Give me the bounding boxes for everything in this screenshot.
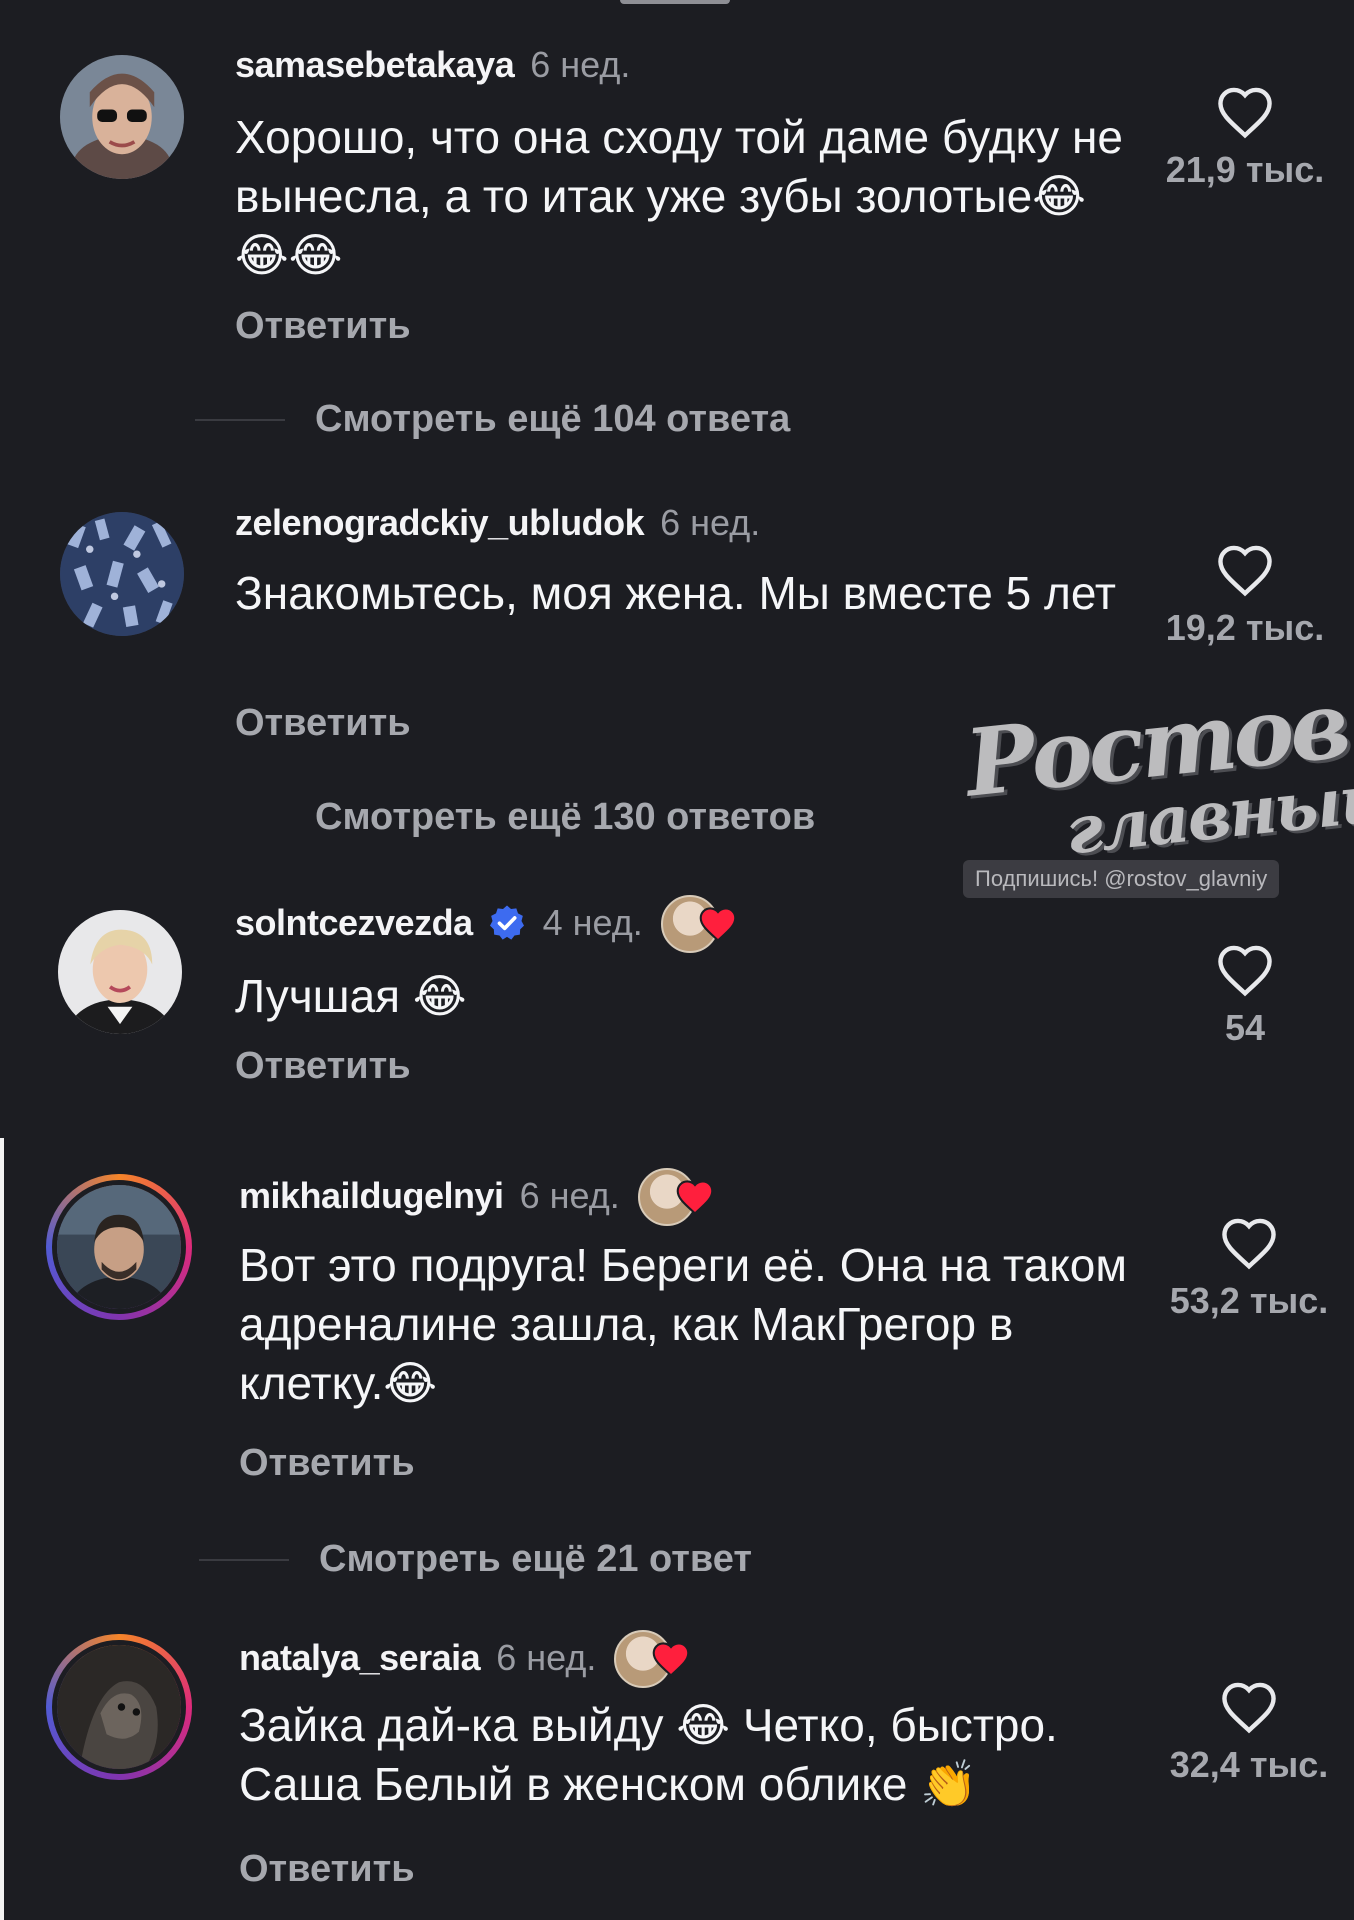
heart-outline-icon[interactable] [1219, 1680, 1279, 1734]
comment-header: natalya_seraia 6 нед. [239, 1630, 694, 1688]
red-heart-icon [699, 907, 737, 942]
avatar-image [57, 1185, 181, 1309]
comment-time: 6 нед. [496, 1637, 597, 1678]
avatar-image [58, 910, 182, 1034]
view-more-replies[interactable]: Смотреть ещё 130 ответов [195, 796, 815, 839]
divider [195, 817, 285, 819]
heart-outline-icon[interactable] [1215, 85, 1275, 139]
verified-badge-icon [489, 905, 524, 940]
username[interactable]: zelenogradckiy_ubludok [235, 502, 645, 544]
comment-header: samasebetakaya 6 нед. [235, 44, 630, 86]
avatar-story-ring[interactable] [46, 1174, 192, 1320]
heart-outline-icon[interactable] [1219, 1216, 1279, 1270]
watermark: Ростов главный Подпишись! @rostov_glavni… [955, 670, 1354, 900]
like-count: 19,2 тыс. [1165, 607, 1325, 648]
author-liked-badge [637, 1168, 718, 1226]
reply-button[interactable]: Ответить [235, 702, 411, 745]
comment-text: Хорошо, что она сходу той даме будку не … [235, 111, 1123, 281]
reply-button[interactable]: Ответить [235, 1045, 411, 1088]
like-column: 53,2 тыс. [1144, 1216, 1354, 1322]
reply-button[interactable]: Ответить [235, 305, 411, 348]
comment-text: Зайка дай-ка выйду 😂 Четко, быстро. Саша… [239, 1699, 1058, 1810]
like-column: 54 [1140, 943, 1350, 1049]
like-count: 53,2 тыс. [1169, 1280, 1329, 1321]
avatar[interactable] [60, 512, 184, 636]
view-more-replies-label: Смотреть ещё 21 ответ [319, 1538, 752, 1580]
comment-time: 4 нед. [542, 902, 643, 943]
comment-header: mikhaildugelnyi 6 нед. [239, 1168, 718, 1226]
username[interactable]: samasebetakaya [235, 44, 515, 86]
reply-button[interactable]: Ответить [239, 1848, 415, 1891]
view-more-replies[interactable]: Смотреть ещё 21 ответ [199, 1538, 752, 1581]
like-count: 21,9 тыс. [1165, 149, 1325, 190]
username[interactable]: natalya_seraia [239, 1637, 481, 1679]
avatar-image [60, 512, 184, 636]
avatar[interactable] [58, 910, 182, 1034]
comment-time: 6 нед. [660, 502, 761, 543]
username[interactable]: solntcezvezda [235, 902, 473, 944]
like-column: 21,9 тыс. [1140, 85, 1350, 191]
watermark-subtitle: Подпишись! @rostov_glavniy [963, 860, 1280, 898]
divider [195, 418, 285, 421]
reply-button[interactable]: Ответить [239, 1442, 415, 1485]
comments-panel-top: samasebetakaya 6 нед. Хорошо, что она сх… [0, 0, 1354, 1138]
comment-text: Знакомьтесь, моя жена. Мы вместе 5 лет [235, 567, 1116, 619]
divider [199, 1558, 289, 1561]
comment-header: zelenogradckiy_ubludok 6 нед. [235, 502, 760, 544]
avatar-image [57, 1645, 181, 1769]
view-more-replies-label: Смотреть ещё 130 ответов [315, 796, 816, 838]
view-more-replies-label: Смотреть ещё 104 ответа [315, 398, 791, 440]
comment-text: Вот это подруга! Береги её. Она на таком… [239, 1239, 1127, 1409]
comment-time: 6 нед. [519, 1175, 620, 1216]
red-heart-icon [653, 1642, 690, 1677]
watermark-title: Ростов [960, 670, 1352, 818]
like-column: 19,2 тыс. [1140, 543, 1350, 649]
comment-text: Лучшая 😂 [235, 970, 467, 1022]
comments-panel-bottom: mikhaildugelnyi 6 нед. Вот это подруга! … [0, 1138, 1354, 1920]
comment-time: 6 нед. [530, 44, 631, 85]
comment-header: solntcezvezda 4 нед. [235, 895, 741, 953]
author-liked-badge [614, 1630, 694, 1688]
heart-outline-icon[interactable] [1215, 543, 1275, 597]
avatar-image [60, 55, 184, 179]
like-column: 32,4 тыс. [1144, 1680, 1354, 1786]
view-more-replies[interactable]: Смотреть ещё 104 ответа [195, 398, 790, 441]
author-liked-badge [660, 895, 741, 953]
like-count: 54 [1224, 1007, 1266, 1048]
watermark-title-second: главный [1061, 758, 1354, 870]
avatar-story-ring[interactable] [46, 1634, 192, 1780]
drag-handle[interactable] [620, 0, 730, 4]
avatar[interactable] [60, 55, 184, 179]
heart-outline-icon[interactable] [1215, 943, 1275, 997]
like-count: 32,4 тыс. [1169, 1744, 1329, 1785]
username[interactable]: mikhaildugelnyi [239, 1175, 504, 1217]
red-heart-icon [676, 1180, 714, 1215]
